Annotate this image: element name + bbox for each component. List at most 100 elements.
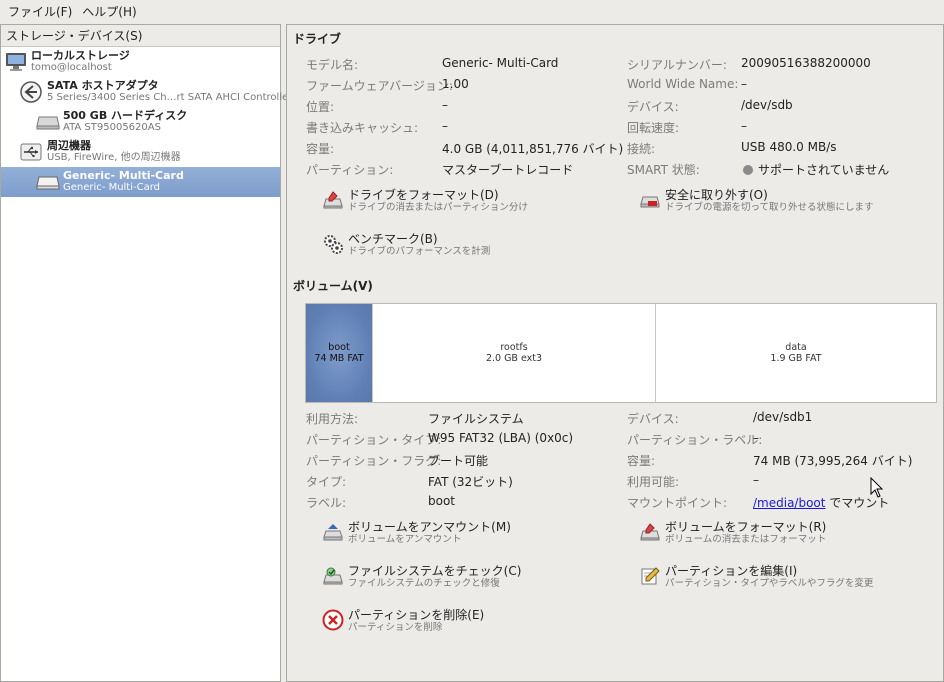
connection-value: USB 480.0 MB/s bbox=[741, 140, 837, 154]
drive-section-title: ドライブ bbox=[293, 32, 342, 46]
smart-label: SMART 状態: bbox=[627, 163, 700, 177]
volume-label-label: ラベル: bbox=[306, 496, 347, 510]
volume-segment-rootfs[interactable]: rootfs 2.0 GB ext3 bbox=[373, 304, 656, 402]
volume-segment-detail: 1.9 GB FAT bbox=[770, 353, 822, 364]
volume-segment-name: data bbox=[785, 342, 807, 353]
card-reader-icon bbox=[36, 170, 60, 194]
safe-remove-button[interactable]: 安全に取り外す(O) ドライブの電源を切って取り外せる状態にします bbox=[639, 189, 874, 214]
check-filesystem-button[interactable]: ファイルシステムをチェック(C) ファイルシステムのチェックと修復 bbox=[322, 565, 521, 590]
action-title: ドライブをフォーマット(D) bbox=[348, 188, 499, 202]
tree-item-subtitle: USB, FireWire, 他の周辺機器 bbox=[47, 152, 181, 163]
unmount-volume-button[interactable]: ボリュームをアンマウント(M) ボリュームをアンマウント bbox=[322, 521, 511, 546]
usage-value: ファイルシステム bbox=[428, 412, 524, 426]
action-title: パーティションを削除(E) bbox=[348, 608, 485, 622]
action-subtitle: ドライブのパフォーマンスを計測 bbox=[348, 246, 491, 257]
partitioning-label: パーティション: bbox=[306, 163, 394, 177]
location-label: 位置: bbox=[306, 100, 335, 114]
format-volume-icon bbox=[639, 521, 661, 543]
action-subtitle: ボリュームをアンマウント bbox=[348, 534, 462, 545]
volume-segment-name: boot bbox=[328, 342, 350, 353]
firmware-label: ファームウェアバージョン: bbox=[306, 79, 453, 93]
usage-label: 利用方法: bbox=[306, 412, 359, 426]
tree-item-local-storage[interactable]: ローカルストレージ tomo@localhost bbox=[1, 47, 280, 77]
wwn-label: World Wide Name: bbox=[627, 77, 739, 91]
partition-type-label: パーティション・タイプ: bbox=[306, 433, 442, 447]
capacity-label: 容量: bbox=[306, 142, 335, 156]
device-value: /dev/sdb bbox=[741, 98, 793, 112]
volume-segment-name: rootfs bbox=[500, 342, 528, 353]
location-value: – bbox=[442, 98, 448, 112]
menubar: ファイル(F) ヘルプ(H) bbox=[0, 0, 944, 23]
format-volume-button[interactable]: ボリュームをフォーマット(R) ボリュームの消去またはフォーマット bbox=[639, 521, 826, 546]
action-title: 安全に取り外す(O) bbox=[665, 188, 768, 202]
status-dot-icon bbox=[743, 164, 753, 175]
volume-map: boot 74 MB FAT rootfs 2.0 GB ext3 data 1.9 GB… bbox=[305, 303, 937, 403]
menu-help[interactable]: ヘルプ(H) bbox=[77, 3, 141, 20]
eject-drive-icon bbox=[639, 189, 661, 211]
tree-item-subtitle: tomo@localhost bbox=[31, 62, 112, 73]
volume-segment-detail: 74 MB FAT bbox=[314, 353, 364, 364]
tree-item-title: 500 GB ハードディスク bbox=[63, 109, 188, 122]
volume-device-value: /dev/sdb1 bbox=[753, 410, 813, 424]
action-title: ボリュームをアンマウント(M) bbox=[348, 520, 511, 534]
tree-item-sata-adapter[interactable]: SATA ホストアダプタ 5 Series/3400 Series Ch…rt … bbox=[1, 77, 292, 107]
delete-icon bbox=[322, 609, 344, 631]
partitioning-value: マスターブートレコード bbox=[442, 163, 574, 177]
tree-item-title: ローカルストレージ bbox=[31, 49, 130, 62]
firmware-value: 1.00 bbox=[442, 77, 469, 91]
fs-type-value: FAT (32ビット) bbox=[428, 475, 513, 489]
serial-label: シリアルナンバー: bbox=[627, 58, 727, 72]
write-cache-label: 書き込みキャッシュ: bbox=[306, 121, 419, 135]
mouse-pointer-icon bbox=[870, 477, 884, 498]
volume-label-value: boot bbox=[428, 494, 456, 508]
sata-adapter-icon bbox=[19, 80, 43, 104]
hard-disk-icon bbox=[36, 110, 60, 134]
volume-segment-detail: 2.0 GB ext3 bbox=[485, 353, 543, 364]
fs-type-label: タイプ: bbox=[306, 475, 347, 489]
partition-type-value: W95 FAT32 (LBA) (0x0c) bbox=[428, 431, 574, 445]
tree-item-peripherals[interactable]: 周辺機器 USB, FireWire, 他の周辺機器 bbox=[1, 137, 280, 167]
action-subtitle: パーティション・タイプやラベルやフラグを変更 bbox=[665, 578, 874, 589]
capacity-value: 4.0 GB (4,011,851,776 バイト) bbox=[442, 142, 624, 156]
smart-value: サポートされていません bbox=[758, 163, 890, 177]
tree-header[interactable]: ストレージ・デバイス(S) bbox=[1, 25, 280, 47]
rotation-value: – bbox=[741, 119, 747, 133]
mount-point-link[interactable]: /media/boot bbox=[753, 496, 825, 510]
tree-item-subtitle: ATA ST95005620AS bbox=[63, 122, 161, 133]
action-subtitle: パーティションを削除 bbox=[348, 622, 443, 633]
partition-label-label: パーティション・ラベル: bbox=[627, 433, 763, 447]
volume-capacity-value: 74 MB (73,995,264 バイト) bbox=[753, 454, 913, 468]
action-title: ベンチマーク(B) bbox=[348, 232, 438, 246]
action-title: ボリュームをフォーマット(R) bbox=[665, 520, 827, 534]
write-cache-value: – bbox=[442, 119, 448, 133]
tree-item-multi-card[interactable]: Generic- Multi-Card Generic- Multi-Card bbox=[1, 167, 280, 197]
unmount-icon bbox=[322, 521, 344, 543]
mount-point-value: /media/boot でマウント bbox=[753, 494, 889, 511]
action-title: パーティションを編集(I) bbox=[665, 564, 798, 578]
action-subtitle: ドライブの消去またはパーティション分け bbox=[348, 202, 528, 213]
available-label: 利用可能: bbox=[627, 475, 680, 489]
computer-icon bbox=[4, 50, 28, 74]
edit-partition-button[interactable]: パーティションを編集(I) パーティション・タイプやラベルやフラグを変更 bbox=[639, 565, 873, 590]
edit-pencil-icon bbox=[639, 565, 661, 587]
format-drive-icon bbox=[322, 189, 344, 211]
tree-item-hard-disk[interactable]: 500 GB ハードディスク ATA ST95005620AS bbox=[1, 107, 280, 137]
delete-partition-button[interactable]: パーティションを削除(E) パーティションを削除 bbox=[322, 609, 484, 634]
benchmark-button[interactable]: ベンチマーク(B) ドライブのパフォーマンスを計測 bbox=[322, 233, 490, 258]
partition-label-value: – bbox=[753, 431, 759, 445]
mount-point-label: マウントポイント: bbox=[627, 496, 728, 510]
volume-segment-data[interactable]: data 1.9 GB FAT bbox=[656, 304, 936, 402]
serial-value: 20090516388200000 bbox=[741, 56, 871, 70]
menu-file[interactable]: ファイル(F) bbox=[3, 3, 77, 20]
rotation-label: 回転速度: bbox=[627, 121, 680, 135]
action-subtitle: ファイルシステムのチェックと修復 bbox=[348, 578, 500, 589]
connection-label: 接続: bbox=[627, 142, 656, 156]
partition-flags-value: ブート可能 bbox=[428, 454, 489, 468]
volume-segment-boot[interactable]: boot 74 MB FAT bbox=[306, 304, 373, 402]
tree-item-title: Generic- Multi-Card bbox=[63, 169, 184, 182]
action-subtitle: ボリュームの消去またはフォーマット bbox=[665, 534, 827, 545]
format-drive-button[interactable]: ドライブをフォーマット(D) ドライブの消去またはパーティション分け bbox=[322, 189, 528, 214]
available-value: – bbox=[753, 473, 759, 487]
gears-icon bbox=[322, 233, 344, 255]
tree-item-title: 周辺機器 bbox=[47, 139, 91, 152]
